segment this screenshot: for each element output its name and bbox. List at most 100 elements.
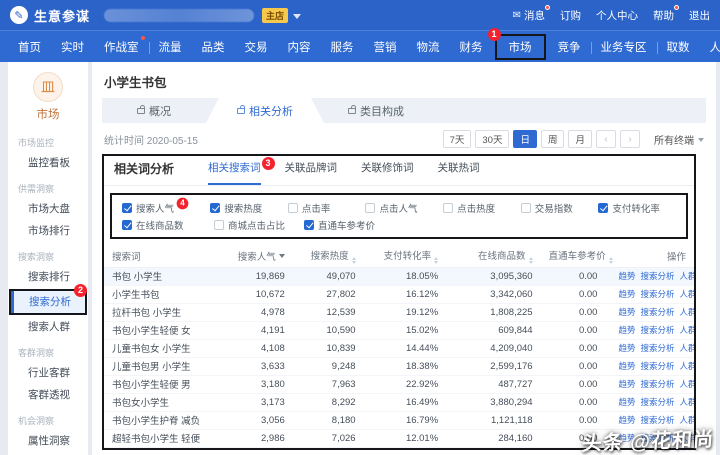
terminal-select[interactable]: 所有终端 (654, 132, 704, 147)
date-button-7天[interactable]: 7天 (442, 130, 472, 148)
action-link-趋势[interactable]: 趋势 (618, 271, 635, 281)
metric-label: 直通车参考价 (318, 220, 376, 232)
action-link-人群分析[interactable]: 人群分析 (679, 397, 694, 407)
action-link-趋势[interactable]: 趋势 (618, 415, 635, 425)
tab-相关分析[interactable]: 相关分析 (206, 98, 324, 123)
date-button-月[interactable]: 月 (568, 130, 592, 148)
cell-actions: 趋势搜索分析人群分析 (605, 267, 694, 286)
sort-icon (351, 255, 356, 266)
action-link-人群分析[interactable]: 人群分析 (679, 271, 694, 281)
sidebar-item-客群透视[interactable]: 客群透视 (8, 384, 88, 406)
date-button-周[interactable]: 周 (540, 130, 565, 148)
sort-down-icon (351, 260, 356, 266)
action-link-趋势[interactable]: 趋势 (618, 325, 635, 335)
nav-item-服务[interactable]: 服务 (321, 35, 364, 59)
action-link-人群分析[interactable]: 人群分析 (679, 343, 694, 353)
prev-page-button[interactable]: ‹ (596, 130, 616, 148)
action-link-搜索分析[interactable]: 搜索分析 (640, 379, 674, 389)
nav-item-物流[interactable]: 物流 (407, 35, 450, 59)
nav-item-交易[interactable]: 交易 (235, 35, 278, 59)
topbar-item-订购[interactable]: 订购 (560, 8, 581, 23)
nav-item-品类[interactable]: 品类 (192, 35, 235, 59)
action-link-趋势[interactable]: 趋势 (618, 361, 635, 371)
nav-item-市场[interactable]: 市场 1 (487, 27, 546, 60)
nav-item-业务专区[interactable]: 业务专区 (591, 35, 658, 59)
topbar-item-消息[interactable]: ✉ 消息 (513, 4, 550, 23)
action-link-搜索分析[interactable]: 搜索分析 (640, 307, 674, 317)
nav-item-作战室[interactable]: 作战室 (94, 35, 149, 59)
action-link-人群分析[interactable]: 人群分析 (679, 379, 694, 389)
tab-概况[interactable]: 概况 (102, 98, 206, 123)
sidebar-item-市场排行[interactable]: 市场排行 (8, 220, 88, 242)
nav-item-流量[interactable]: 流量 (149, 35, 192, 59)
nav-item-实时[interactable]: 实时 (51, 35, 94, 59)
action-link-搜索分析[interactable]: 搜索分析 (640, 343, 674, 353)
action-link-搜索分析[interactable]: 搜索分析 (640, 325, 674, 335)
action-link-人群分析[interactable]: 人群分析 (679, 289, 694, 299)
metric-checkbox-点击热度[interactable]: 点击热度 (443, 201, 521, 215)
metric-checkbox-支付转化率[interactable]: 支付转化率 (598, 201, 676, 215)
action-link-趋势[interactable]: 趋势 (618, 397, 635, 407)
metric-label: 在线商品数 (136, 220, 184, 232)
unchecked-checkbox-icon (214, 219, 224, 230)
metric-checkbox-点击人气[interactable]: 点击人气 (365, 201, 443, 215)
column-header-搜索热度[interactable]: 搜索热度 (292, 246, 364, 268)
sidebar-item-监控看板[interactable]: 监控看板 (8, 152, 88, 174)
action-link-趋势[interactable]: 趋势 (618, 307, 635, 317)
metric-checkbox-在线商品数[interactable]: 在线商品数 (122, 218, 214, 232)
cell-pay-cvr: 19.12% (363, 303, 447, 322)
topbar-item-退出[interactable]: 退出 (689, 8, 710, 23)
app-logo[interactable]: ✎ 生意参谋 (10, 6, 90, 25)
column-header-搜索人气[interactable]: 搜索人气 (227, 246, 293, 268)
analysis-tab-关联修饰词[interactable]: 关联修饰词 (361, 160, 414, 185)
column-header-支付转化率[interactable]: 支付转化率 (363, 246, 447, 268)
action-link-搜索分析[interactable]: 搜索分析 (640, 361, 674, 371)
action-link-人群分析[interactable]: 人群分析 (679, 325, 694, 335)
nav-item-内容[interactable]: 内容 (278, 35, 321, 59)
action-link-搜索分析[interactable]: 搜索分析 (640, 289, 674, 299)
metric-checkbox-搜索人气[interactable]: 搜索人气 4 (122, 197, 210, 215)
action-link-趋势[interactable]: 趋势 (618, 379, 635, 389)
metric-checkbox-点击率[interactable]: 点击率 (287, 201, 366, 215)
sidebar-item-行业客群[interactable]: 行业客群 (8, 362, 88, 384)
analysis-tab-相关搜索词[interactable]: 相关搜索词 3 (208, 157, 275, 185)
date-button-日[interactable]: 日 (513, 130, 537, 148)
metric-checkbox-交易指数[interactable]: 交易指数 (520, 201, 599, 215)
column-header-在线商品数[interactable]: 在线商品数 (446, 246, 541, 268)
notification-dot (140, 35, 145, 40)
next-page-button[interactable]: › (620, 130, 640, 148)
topbar-item-个人中心[interactable]: 个人中心 (596, 8, 638, 23)
sidebar-item-搜索分析[interactable]: 搜索分析 2 (9, 284, 87, 315)
sidebar-item-属性洞察[interactable]: 属性洞察 (8, 430, 88, 452)
nav-item-首页[interactable]: 首页 (8, 35, 51, 59)
cell-keyword: 书包小学生轻便 男 (104, 375, 228, 394)
action-link-人群分析[interactable]: 人群分析 (679, 361, 694, 371)
topbar-item-label: 消息 (524, 9, 545, 22)
action-link-人群分析[interactable]: 人群分析 (679, 307, 694, 317)
nav-item-竞争[interactable]: 竞争 (548, 35, 592, 59)
sort-up-icon (434, 255, 439, 260)
action-link-趋势[interactable]: 趋势 (618, 343, 635, 353)
nav-item-财务[interactable]: 财务 (450, 35, 493, 59)
analysis-tab-关联品牌词[interactable]: 关联品牌词 (285, 160, 338, 185)
tab-类目构成[interactable]: 类目构成 (324, 98, 428, 123)
chevron-down-icon[interactable] (293, 13, 302, 23)
analysis-tab-关联热词[interactable]: 关联热词 (438, 160, 480, 185)
nav-item-取数[interactable]: 取数 (657, 35, 700, 59)
action-link-搜索分析[interactable]: 搜索分析 (640, 397, 674, 407)
column-header-直通车参考价[interactable]: 直通车参考价 (540, 246, 613, 268)
metric-checkbox-商城点击占比[interactable]: 商城点击占比 (214, 218, 304, 232)
action-link-搜索分析[interactable]: 搜索分析 (640, 271, 674, 281)
cell-search-heat: 10,839 (292, 339, 364, 358)
topbar-item-帮助[interactable]: 帮助 (653, 4, 679, 23)
metric-checkbox-搜索热度[interactable]: 搜索热度 (210, 201, 288, 215)
date-button-30天[interactable]: 30天 (475, 130, 510, 148)
action-link-趋势[interactable]: 趋势 (618, 289, 635, 299)
metric-label: 交易指数 (534, 203, 573, 215)
nav-item-人群管理[interactable]: 人群管理 (700, 35, 720, 59)
sidebar-item-市场大盘[interactable]: 市场大盘 (8, 198, 88, 220)
metric-checkbox-直通车参考价[interactable]: 直通车参考价 (304, 218, 385, 232)
nav-item-营销[interactable]: 营销 (364, 35, 407, 59)
shop-type-badge: 主店 (262, 7, 289, 23)
sidebar-item-搜索人群[interactable]: 搜索人群 (8, 316, 88, 338)
